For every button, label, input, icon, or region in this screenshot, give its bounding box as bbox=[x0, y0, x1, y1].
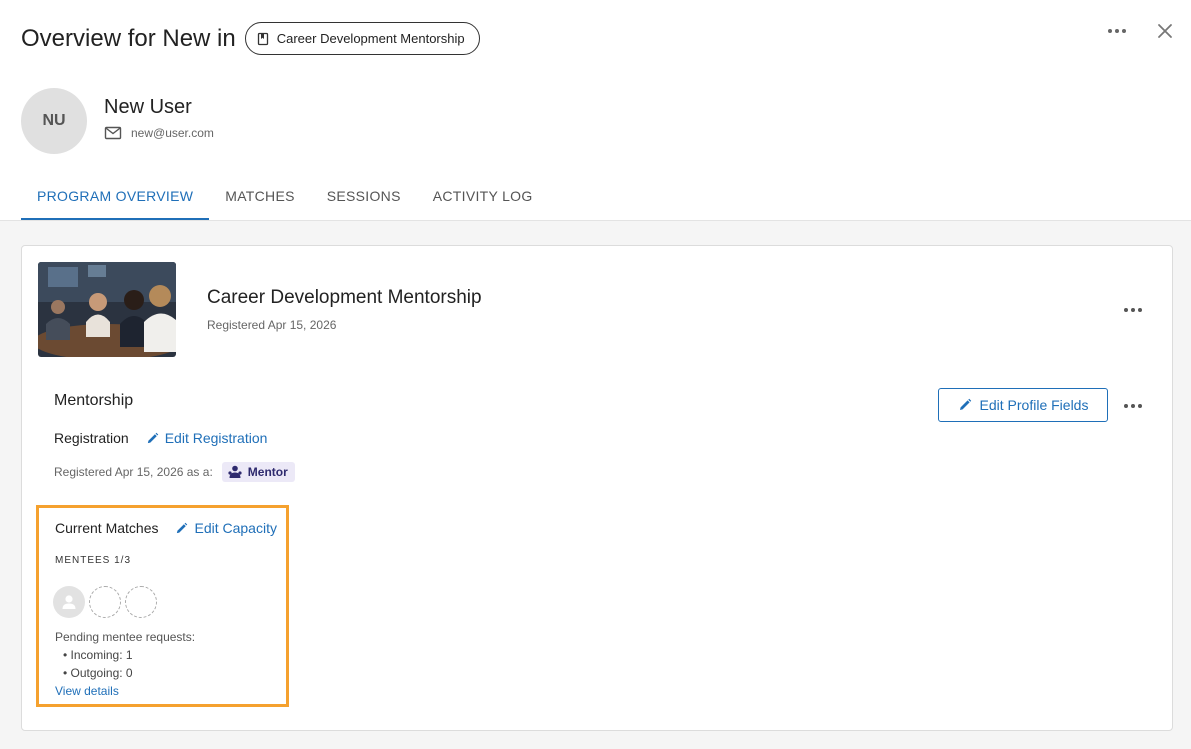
edit-capacity-label: Edit Capacity bbox=[194, 520, 277, 536]
mentorship-more-button[interactable] bbox=[1121, 396, 1145, 416]
user-avatar: NU bbox=[21, 88, 87, 154]
more-horizontal-icon bbox=[1108, 29, 1126, 33]
user-email: new@user.com bbox=[131, 126, 214, 140]
pencil-icon bbox=[175, 522, 188, 535]
mentor-icon bbox=[227, 465, 243, 479]
program-card: Career Development Mentorship Registered… bbox=[21, 245, 1173, 731]
mail-icon bbox=[104, 126, 122, 140]
tab-activity-log[interactable]: ACTIVITY LOG bbox=[417, 186, 549, 220]
mentees-count: MENTEES 1/3 bbox=[55, 555, 132, 566]
tab-matches[interactable]: MATCHES bbox=[209, 186, 311, 220]
current-matches-title: Current Matches bbox=[55, 520, 159, 536]
outgoing-requests: • Outgoing: 0 bbox=[63, 666, 133, 680]
current-matches-panel: Current Matches Edit Capacity MENTEES 1/… bbox=[36, 505, 289, 707]
page-title: Overview for New in bbox=[21, 24, 236, 52]
tab-sessions[interactable]: SESSIONS bbox=[311, 186, 417, 220]
more-horizontal-icon bbox=[1124, 404, 1142, 408]
user-name: New User bbox=[104, 96, 192, 118]
registration-label: Registration bbox=[54, 430, 129, 446]
empty-mentee-slot bbox=[89, 586, 121, 618]
person-icon bbox=[62, 595, 76, 609]
edit-profile-fields-button[interactable]: Edit Profile Fields bbox=[938, 388, 1108, 422]
pencil-icon bbox=[958, 398, 972, 412]
program-registered-date: Registered Apr 15, 2026 bbox=[207, 318, 337, 332]
registered-as-text: Registered Apr 15, 2026 as a: bbox=[54, 465, 213, 479]
program-chip-label: Career Development Mentorship bbox=[276, 31, 465, 46]
role-label: Mentor bbox=[247, 465, 288, 479]
more-horizontal-icon bbox=[1124, 308, 1142, 312]
tab-bar: PROGRAM OVERVIEW MATCHES SESSIONS ACTIVI… bbox=[21, 186, 549, 220]
program-thumbnail bbox=[38, 262, 176, 357]
current-matches-header: Current Matches Edit Capacity bbox=[55, 520, 277, 536]
program-chip[interactable]: Career Development Mentorship bbox=[244, 22, 480, 55]
view-details-link[interactable]: View details bbox=[55, 684, 119, 698]
mentorship-section-title: Mentorship bbox=[54, 392, 134, 409]
mentee-slots bbox=[53, 586, 161, 618]
close-icon bbox=[1158, 24, 1172, 38]
program-more-button[interactable] bbox=[1121, 300, 1145, 320]
edit-registration-link[interactable]: Edit Registration bbox=[146, 430, 268, 446]
pencil-icon bbox=[146, 432, 159, 445]
incoming-requests: • Incoming: 1 bbox=[63, 648, 133, 662]
overview-header: Overview for New in Career Development M… bbox=[0, 0, 1191, 221]
role-row: Registered Apr 15, 2026 as a: Mentor bbox=[54, 462, 295, 482]
edit-capacity-link[interactable]: Edit Capacity bbox=[175, 520, 277, 536]
edit-profile-fields-label: Edit Profile Fields bbox=[979, 397, 1089, 413]
empty-mentee-slot bbox=[125, 586, 157, 618]
book-icon bbox=[256, 32, 270, 46]
mentee-avatar[interactable] bbox=[53, 586, 85, 618]
edit-registration-label: Edit Registration bbox=[164, 430, 268, 446]
user-email-row: new@user.com bbox=[104, 126, 214, 140]
registration-row: Registration Edit Registration bbox=[54, 430, 267, 446]
tab-program-overview[interactable]: PROGRAM OVERVIEW bbox=[21, 186, 210, 220]
title-row: Overview for New in Career Development M… bbox=[21, 22, 480, 55]
close-button[interactable] bbox=[1154, 20, 1176, 42]
program-title: Career Development Mentorship bbox=[207, 287, 482, 308]
pending-requests-title: Pending mentee requests: bbox=[55, 630, 196, 644]
role-badge: Mentor bbox=[221, 462, 295, 482]
more-options-button[interactable] bbox=[1106, 20, 1128, 42]
